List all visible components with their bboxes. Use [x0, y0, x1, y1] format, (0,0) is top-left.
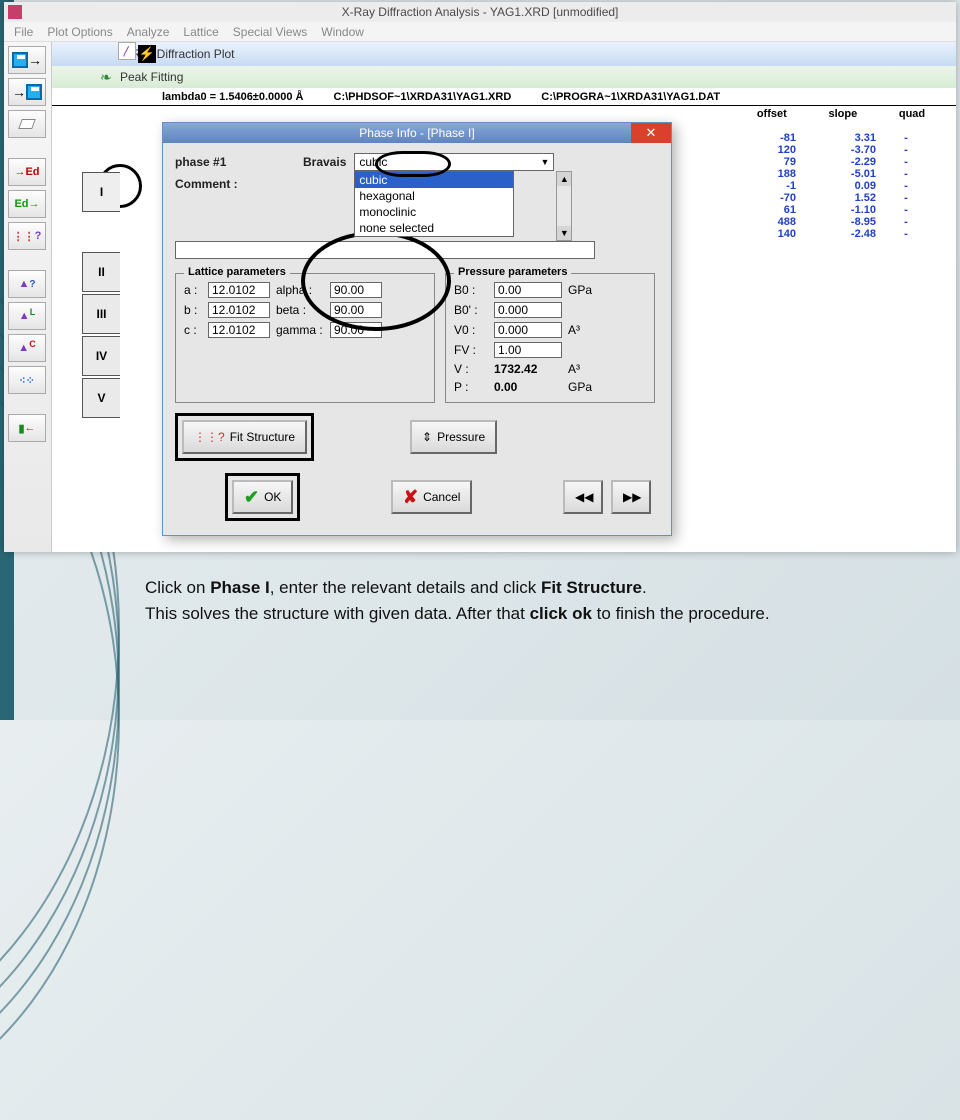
data-table: -813.31- 120-3.70- 79-2.29- 188-5.01- -1…	[726, 132, 956, 240]
info-row: lambda0 = 1.5406±0.0000 Å C:\PHDSOF~1\XR…	[52, 88, 956, 106]
table-row: 140-2.48-	[726, 228, 956, 240]
next-button[interactable]: ▶▶	[611, 480, 651, 514]
phase-tab-1[interactable]: I	[82, 172, 120, 212]
peak-info-button[interactable]: ▲?	[8, 270, 46, 298]
check-icon: ✔	[244, 487, 259, 508]
table-row: 79-2.29-	[726, 156, 956, 168]
annotation-oval-bravais	[375, 151, 451, 177]
bravais-dropdown-list: cubic hexagonal monoclinic none selected	[354, 171, 514, 237]
col-offset: offset	[757, 108, 787, 120]
lattice-icon: ⋮⋮?	[194, 430, 225, 444]
table-row: 488-8.95-	[726, 216, 956, 228]
dialog-title-bar: Phase Info - [Phase I] ✕	[163, 123, 671, 143]
table-row: 188-5.01-	[726, 168, 956, 180]
b0p-input[interactable]: 0.000	[494, 302, 562, 318]
app-icon	[8, 5, 22, 19]
table-row: -813.31-	[726, 132, 956, 144]
fit-title-bar: ❧ Peak Fitting	[52, 66, 956, 88]
pressure-button[interactable]: ⇕ Pressure	[410, 420, 497, 454]
dat-path: C:\PROGRA~1\XRDA31\YAG1.DAT	[541, 91, 720, 103]
ed-import-button[interactable]: →Ed	[8, 158, 46, 186]
column-headers: offset slope quad	[736, 108, 946, 120]
main-panel: 〳 ⚡ Ray Diffraction Plot ❧ Peak Fitting …	[52, 42, 956, 552]
ok-button[interactable]: ✔ OK	[232, 480, 293, 514]
b0-input[interactable]: 0.00	[494, 282, 562, 298]
phase-tab-2[interactable]: II	[82, 252, 120, 292]
annotation-box-fit: ⋮⋮? Fit Structure	[175, 413, 314, 461]
floppy-icon	[12, 52, 28, 68]
phase-tabs: I II III IV V	[82, 192, 122, 420]
fit-title: Peak Fitting	[120, 70, 183, 84]
exit-button[interactable]: ▮←	[8, 414, 46, 442]
leaf-icon: ❧	[100, 69, 112, 86]
menu-plot-options[interactable]: Plot Options	[47, 25, 112, 39]
phase-tab-5[interactable]: V	[82, 378, 120, 418]
bolt-icon: ⚡	[138, 45, 156, 63]
comment-label: Comment :	[175, 177, 255, 191]
v-value: 1732.42	[494, 362, 562, 376]
pressure-group: Pressure parameters B0 :0.00GPa B0' :0.0…	[445, 273, 655, 403]
floppy-icon	[26, 84, 42, 100]
fv-input[interactable]: 1.00	[494, 342, 562, 358]
dropdown-scrollbar[interactable]: ▲▼	[556, 171, 572, 241]
v0-input[interactable]: 0.000	[494, 322, 562, 338]
vertical-toolbar: → → →Ed Ed→ ⋮⋮? ▲? ▲L ▲C ⁖⁘ ▮←	[4, 42, 52, 552]
bravais-option-monoclinic[interactable]: monoclinic	[355, 204, 513, 220]
eraser-icon	[18, 119, 36, 129]
structure-help-button[interactable]: ⋮⋮?	[8, 222, 46, 250]
instruction-text: Click on Phase I, enter the relevant det…	[145, 575, 905, 626]
eraser-button[interactable]	[8, 110, 46, 138]
x-icon: ✘	[403, 487, 418, 508]
pressure-icon: ⇕	[422, 430, 432, 444]
rewind-icon: ◀◀	[575, 490, 593, 504]
table-row: -701.52-	[726, 192, 956, 204]
menu-file[interactable]: File	[14, 25, 33, 39]
col-quad: quad	[899, 108, 925, 120]
dialog-close-button[interactable]: ✕	[631, 123, 671, 143]
title-bar: X-Ray Diffraction Analysis - YAG1.XRD [u…	[4, 2, 956, 22]
annotation-box-ok: ✔ OK	[225, 473, 300, 521]
pressure-legend: Pressure parameters	[454, 266, 571, 278]
forward-icon: ▶▶	[623, 490, 641, 504]
table-row: -10.09-	[726, 180, 956, 192]
table-row: 120-3.70-	[726, 144, 956, 156]
menu-analyze[interactable]: Analyze	[127, 25, 170, 39]
menu-window[interactable]: Window	[321, 25, 364, 39]
phase-info-dialog: Phase Info - [Phase I] ✕ phase #1 Bravai…	[162, 122, 672, 536]
xrd-path: C:\PHDSOF~1\XRDA31\YAG1.XRD	[334, 91, 512, 103]
menu-lattice[interactable]: Lattice	[183, 25, 218, 39]
bravais-option-hexagonal[interactable]: hexagonal	[355, 188, 513, 204]
b-input[interactable]: 12.0102	[208, 302, 270, 318]
fit-structure-button[interactable]: ⋮⋮? Fit Structure	[182, 420, 307, 454]
phase-tab-4[interactable]: IV	[82, 336, 120, 376]
import-save-button[interactable]: →	[8, 78, 46, 106]
menu-special-views[interactable]: Special Views	[233, 25, 307, 39]
window-title: X-Ray Diffraction Analysis - YAG1.XRD [u…	[342, 5, 619, 19]
peak-left-button[interactable]: ▲L	[8, 302, 46, 330]
menu-bar: File Plot Options Analyze Lattice Specia…	[4, 22, 956, 42]
save-export-button[interactable]: →	[8, 46, 46, 74]
plot-title-bar: ⚡ Ray Diffraction Plot	[52, 42, 956, 66]
scatter-button[interactable]: ⁖⁘	[8, 366, 46, 394]
bravais-label: Bravais	[303, 155, 346, 169]
app-window: X-Ray Diffraction Analysis - YAG1.XRD [u…	[4, 2, 956, 552]
phase-label: phase #1	[175, 155, 295, 169]
plot-toggle-icon[interactable]: 〳	[118, 42, 136, 60]
a-input[interactable]: 12.0102	[208, 282, 270, 298]
peak-center-button[interactable]: ▲C	[8, 334, 46, 362]
ed-export-button[interactable]: Ed→	[8, 190, 46, 218]
lattice-legend: Lattice parameters	[184, 266, 290, 278]
lambda-label: lambda0 = 1.5406±0.0000 Å	[162, 91, 304, 103]
phase-tab-3[interactable]: III	[82, 294, 120, 334]
dialog-title: Phase Info - [Phase I]	[359, 126, 474, 140]
p-value: 0.00	[494, 380, 562, 394]
c-input[interactable]: 12.0102	[208, 322, 270, 338]
col-slope: slope	[828, 108, 857, 120]
cancel-button[interactable]: ✘ Cancel	[391, 480, 472, 514]
table-row: 61-1.10-	[726, 204, 956, 216]
bravais-option-none[interactable]: none selected	[355, 220, 513, 236]
prev-button[interactable]: ◀◀	[563, 480, 603, 514]
annotation-oval-lattice	[301, 231, 451, 331]
